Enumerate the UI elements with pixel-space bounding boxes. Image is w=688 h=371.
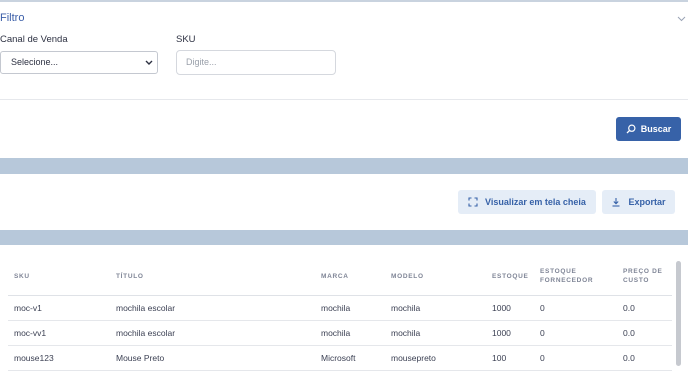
chevron-down-icon bbox=[145, 59, 153, 66]
table-cell: mochila escolar bbox=[110, 320, 315, 346]
column-header-supplier-stock[interactable]: ESTOQUE FORNECEDOR bbox=[534, 257, 617, 296]
table-cell: mochila bbox=[385, 295, 486, 321]
table-row[interactable]: moc-v1 mochila escolar mochila mochila 1… bbox=[8, 295, 672, 321]
export-button[interactable]: Exportar bbox=[602, 190, 675, 214]
column-header-cost-price[interactable]: PREÇO DE CUSTO bbox=[617, 257, 672, 296]
search-icon bbox=[626, 124, 636, 134]
table-cell: 100 bbox=[486, 345, 534, 371]
table-scrollbar[interactable] bbox=[676, 261, 681, 366]
table-cell: 0.0 bbox=[617, 295, 672, 321]
column-header-brand[interactable]: MARCA bbox=[315, 257, 385, 296]
top-border bbox=[0, 0, 688, 2]
table-cell: Mouse Preto bbox=[110, 345, 315, 371]
table-cell: mochila bbox=[315, 320, 385, 346]
table-cell: mochila bbox=[315, 295, 385, 321]
table-cell: mochila escolar bbox=[110, 295, 315, 321]
column-header-stock[interactable]: ESTOQUE bbox=[486, 257, 534, 296]
fullscreen-button-label: Visualizar em tela cheia bbox=[485, 197, 586, 207]
table-cell: mousepreto bbox=[385, 345, 486, 371]
download-icon bbox=[611, 197, 621, 207]
table-row[interactable]: moc-vv1 mochila escolar mochila mochila … bbox=[8, 320, 672, 346]
channel-label: Canal de Venda bbox=[0, 34, 68, 45]
table-cell: 1000 bbox=[486, 295, 534, 321]
table-header-row: SKU TÍTULO MARCA MODELO ESTOQUE ESTOQUE … bbox=[8, 257, 672, 296]
section-band bbox=[0, 230, 688, 245]
sku-placeholder: Digite... bbox=[186, 57, 217, 67]
table-cell: moc-v1 bbox=[8, 295, 110, 321]
column-header-title[interactable]: TÍTULO bbox=[110, 257, 315, 296]
chevron-down-icon[interactable] bbox=[677, 14, 686, 23]
divider bbox=[0, 99, 688, 100]
table-cell: Microsoft bbox=[315, 345, 385, 371]
sku-label: SKU bbox=[176, 34, 196, 45]
column-header-sku[interactable]: SKU bbox=[8, 257, 110, 296]
channel-select[interactable]: Selecione... bbox=[0, 51, 158, 74]
sku-input[interactable]: Digite... bbox=[176, 50, 336, 75]
search-button[interactable]: Buscar bbox=[616, 117, 681, 141]
table-cell: 0.0 bbox=[617, 345, 672, 371]
search-button-label: Buscar bbox=[640, 124, 672, 134]
expand-icon bbox=[468, 197, 478, 207]
table-cell: 0 bbox=[534, 320, 617, 346]
table-cell: 0 bbox=[534, 295, 617, 321]
table-cell: 1000 bbox=[486, 320, 534, 346]
channel-select-value: Selecione... bbox=[11, 57, 59, 67]
column-header-model[interactable]: MODELO bbox=[385, 257, 486, 296]
section-band bbox=[0, 158, 688, 174]
table-cell: mochila bbox=[385, 320, 486, 346]
table-cell: 0.0 bbox=[617, 320, 672, 346]
fullscreen-button[interactable]: Visualizar em tela cheia bbox=[458, 190, 596, 214]
table-cell: 0 bbox=[534, 345, 617, 371]
table-row[interactable]: mouse123 Mouse Preto Microsoft mousepret… bbox=[8, 345, 672, 371]
products-table: SKU TÍTULO MARCA MODELO ESTOQUE ESTOQUE … bbox=[8, 257, 672, 371]
table-cell: mouse123 bbox=[8, 345, 110, 371]
export-button-label: Exportar bbox=[628, 197, 666, 207]
table-cell: moc-vv1 bbox=[8, 320, 110, 346]
filter-title: Filtro bbox=[0, 12, 25, 24]
